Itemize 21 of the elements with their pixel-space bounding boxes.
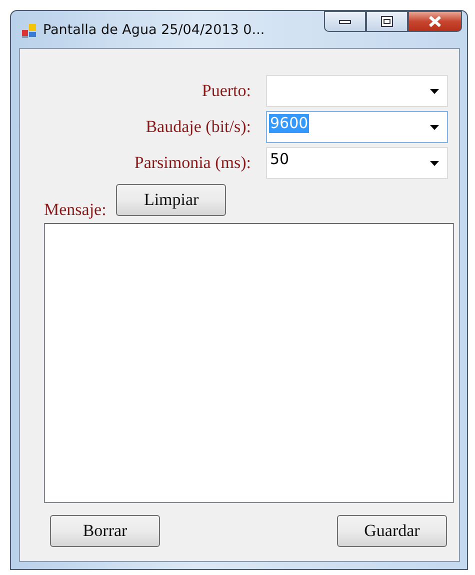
dropdown-arrow-icon — [430, 161, 439, 166]
maximize-button[interactable] — [366, 11, 408, 32]
field-label: Parsimonia (ms): — [133, 153, 251, 173]
field-label: Baudaje (bit/s): — [144, 117, 251, 137]
combo-box[interactable]: 50 — [266, 147, 448, 179]
clear-button[interactable]: Limpiar — [116, 184, 226, 216]
minimize-icon — [339, 18, 351, 24]
close-icon — [428, 16, 442, 27]
delete-button[interactable]: Borrar — [50, 515, 160, 547]
save-button[interactable]: Guardar — [337, 515, 447, 547]
window-title: Pantalla de Agua 25/04/2013 0... — [43, 22, 265, 38]
combo-value: 50 — [269, 150, 290, 169]
message-label: Mensaje: — [44, 200, 106, 220]
minimize-button[interactable] — [324, 11, 366, 32]
dropdown-arrow-icon — [430, 125, 439, 130]
field-label: Puerto: — [200, 81, 251, 101]
dropdown-arrow-icon — [430, 89, 439, 94]
close-button[interactable] — [408, 11, 462, 32]
combo-value: 9600 — [269, 114, 310, 133]
app-icon — [21, 23, 37, 39]
maximize-icon — [381, 16, 393, 27]
